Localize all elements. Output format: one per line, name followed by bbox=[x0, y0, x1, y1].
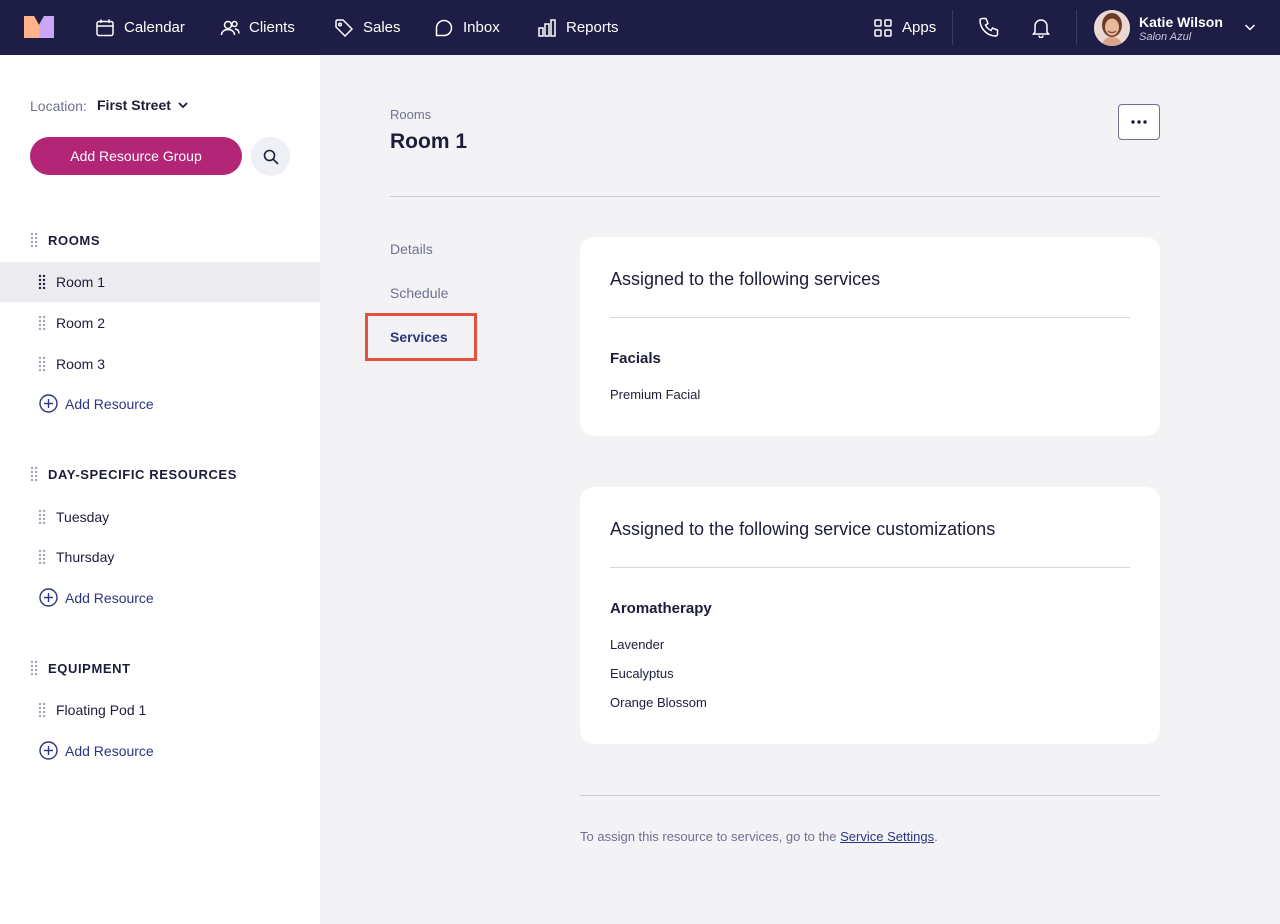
more-horizontal-icon bbox=[1131, 120, 1147, 124]
resource-group-rooms[interactable]: ROOMS bbox=[30, 232, 100, 248]
nav-clients[interactable]: Clients bbox=[220, 0, 295, 55]
service-settings-link[interactable]: Service Settings bbox=[840, 829, 934, 844]
nav-inbox[interactable]: Inbox bbox=[434, 0, 500, 55]
active-tab-highlight bbox=[365, 313, 477, 361]
footer-end: . bbox=[934, 829, 938, 844]
avatar[interactable] bbox=[1094, 10, 1130, 46]
customizations-card-title: Assigned to the following service custom… bbox=[610, 519, 996, 539]
add-resource-equipment-button[interactable]: Add Resource bbox=[39, 741, 154, 760]
users-icon bbox=[220, 20, 240, 35]
resource-group-equipment[interactable]: EQUIPMENT bbox=[30, 660, 131, 676]
nav-inbox-label: Inbox bbox=[463, 19, 500, 36]
drag-handle-icon[interactable] bbox=[38, 315, 46, 331]
drag-handle-icon[interactable] bbox=[38, 509, 46, 525]
add-resource-rooms-button[interactable]: Add Resource bbox=[39, 394, 154, 413]
user-name[interactable]: Katie Wilson bbox=[1139, 14, 1223, 30]
sidebar-item-label: Room 1 bbox=[56, 274, 106, 290]
customization-category: Aromatherapy bbox=[610, 600, 712, 617]
resource-group-day-specific[interactable]: DAY-SPECIFIC RESOURCES bbox=[30, 466, 237, 482]
search-button[interactable] bbox=[251, 137, 290, 176]
footer-note: To assign this resource to services, go … bbox=[580, 829, 938, 844]
nav-reports-label: Reports bbox=[566, 19, 619, 36]
sidebar-item-label: Room 3 bbox=[56, 356, 106, 372]
grid-icon bbox=[874, 18, 892, 37]
list-item: Orange Blossom bbox=[610, 695, 707, 710]
phone-icon[interactable] bbox=[978, 16, 1000, 38]
sidebar-item-room-3[interactable]: Room 3 bbox=[0, 344, 320, 384]
card-divider bbox=[610, 317, 1130, 318]
sidebar-item-room-2[interactable]: Room 2 bbox=[0, 303, 320, 343]
group-title: DAY-SPECIFIC RESOURCES bbox=[48, 466, 237, 482]
drag-handle-icon[interactable] bbox=[38, 274, 46, 290]
calendar-icon bbox=[96, 19, 114, 36]
sidebar-item-tuesday[interactable]: Tuesday bbox=[0, 497, 320, 537]
add-resource-label: Add Resource bbox=[65, 395, 154, 412]
chevron-down-icon[interactable] bbox=[1243, 20, 1257, 34]
footer-text: To assign this resource to services, go … bbox=[580, 829, 837, 844]
location-value: First Street bbox=[97, 97, 171, 113]
chat-icon bbox=[435, 19, 453, 36]
add-resource-label: Add Resource bbox=[65, 589, 154, 606]
group-title: EQUIPMENT bbox=[48, 660, 131, 676]
nav-sales-label: Sales bbox=[363, 19, 401, 36]
sidebar-item-floating-pod-1[interactable]: Floating Pod 1 bbox=[0, 690, 320, 730]
bell-icon[interactable] bbox=[1030, 16, 1052, 38]
list-item: Premium Facial bbox=[610, 387, 701, 402]
list-item: Eucalyptus bbox=[610, 666, 674, 681]
nav-apps[interactable]: Apps bbox=[873, 0, 936, 55]
nav-apps-label: Apps bbox=[902, 19, 937, 36]
page-title: Room 1 bbox=[390, 130, 468, 153]
tab-schedule[interactable]: Schedule bbox=[390, 285, 448, 301]
divider bbox=[952, 10, 953, 45]
plus-circle-icon bbox=[39, 394, 58, 413]
add-resource-group-button[interactable]: Add Resource Group bbox=[30, 137, 242, 175]
app-logo-icon[interactable] bbox=[24, 16, 54, 38]
nav-sales[interactable]: Sales bbox=[334, 0, 401, 55]
nav-reports[interactable]: Reports bbox=[537, 0, 619, 55]
top-navigation-bar: Calendar Clients Sales Inbox Reports App… bbox=[0, 0, 1280, 55]
location-label: Location: bbox=[30, 98, 87, 114]
drag-handle-icon[interactable] bbox=[30, 232, 38, 248]
list-item: Lavender bbox=[610, 637, 665, 652]
divider bbox=[1076, 10, 1077, 45]
sidebar-item-room-1[interactable]: Room 1 bbox=[0, 262, 320, 302]
group-title: ROOMS bbox=[48, 232, 101, 248]
bar-chart-icon bbox=[538, 18, 556, 37]
add-resource-day-specific-button[interactable]: Add Resource bbox=[39, 588, 154, 607]
breadcrumb[interactable]: Rooms bbox=[390, 107, 431, 122]
sidebar-item-label: Thursday bbox=[56, 549, 115, 565]
plus-circle-icon bbox=[39, 741, 58, 760]
chevron-down-icon bbox=[178, 102, 188, 109]
user-salon: Salon Azul bbox=[1139, 31, 1192, 43]
sidebar-item-label: Tuesday bbox=[56, 509, 110, 525]
sidebar-item-label: Floating Pod 1 bbox=[56, 702, 147, 718]
customizations-card: Assigned to the following service custom… bbox=[580, 487, 1160, 744]
nav-calendar[interactable]: Calendar bbox=[95, 0, 185, 55]
nav-clients-label: Clients bbox=[249, 19, 295, 36]
tab-details[interactable]: Details bbox=[390, 241, 433, 257]
plus-circle-icon bbox=[39, 588, 58, 607]
search-icon bbox=[263, 149, 279, 165]
services-card: Assigned to the following services Facia… bbox=[580, 237, 1160, 436]
add-resource-label: Add Resource bbox=[65, 742, 154, 759]
footer-divider bbox=[580, 795, 1160, 796]
user-photo-icon bbox=[1094, 10, 1130, 46]
tag-icon bbox=[335, 18, 354, 37]
sidebar-item-label: Room 2 bbox=[56, 315, 106, 331]
service-category: Facials bbox=[610, 350, 661, 367]
drag-handle-icon[interactable] bbox=[38, 356, 46, 372]
header-divider bbox=[390, 196, 1160, 197]
nav-calendar-label: Calendar bbox=[124, 19, 185, 36]
drag-handle-icon[interactable] bbox=[38, 702, 46, 718]
services-card-title: Assigned to the following services bbox=[610, 269, 881, 289]
drag-handle-icon[interactable] bbox=[30, 660, 38, 676]
card-divider bbox=[610, 567, 1130, 568]
drag-handle-icon[interactable] bbox=[30, 466, 38, 482]
more-options-button[interactable] bbox=[1118, 104, 1160, 140]
drag-handle-icon[interactable] bbox=[38, 549, 46, 565]
sidebar-item-thursday[interactable]: Thursday bbox=[0, 537, 320, 577]
sidebar: Location: First Street Add Resource Grou… bbox=[0, 55, 320, 924]
location-dropdown[interactable]: First Street bbox=[97, 97, 189, 113]
